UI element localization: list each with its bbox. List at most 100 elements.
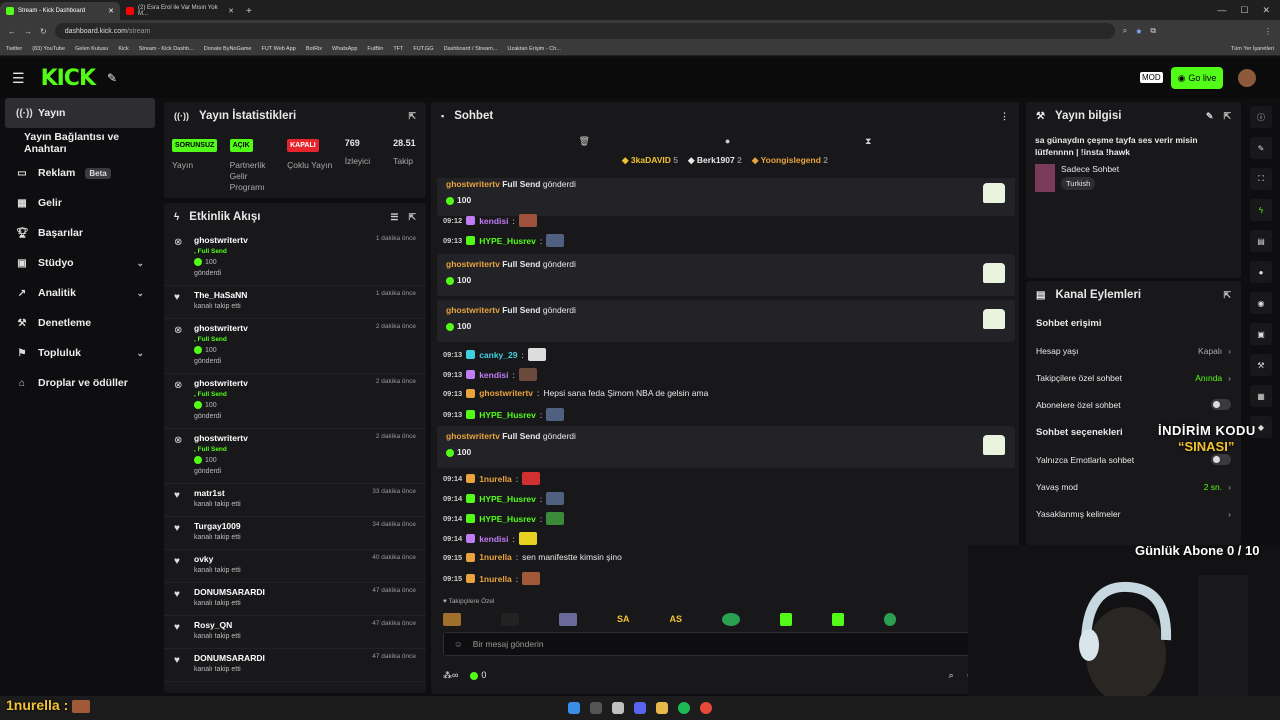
chat-input[interactable]: ☺ Bir mesaj gönderin	[443, 632, 1017, 656]
popout-icon[interactable]: ⇱	[1223, 111, 1231, 122]
chat-bubble-icon[interactable]: ●	[1250, 261, 1272, 283]
chat-username[interactable]: HYPE_Husrev	[479, 514, 536, 524]
hamburger-menu-icon[interactable]: ☰	[12, 70, 25, 87]
gift-message[interactable]: ghostwritertv Full Send gönderdi 100	[437, 300, 1015, 342]
browser-tab-kick[interactable]: Stream - Kick Dashboard ✕	[0, 2, 120, 20]
chat-username[interactable]: kendisi	[479, 534, 508, 544]
activity-event[interactable]: ⊗ ghostwritertv, Full Send 100 gönderdi 2 da…	[164, 319, 426, 374]
all-bookmarks[interactable]: Tüm Yer İşaretleri	[1231, 46, 1274, 52]
toggle-switch[interactable]	[1211, 454, 1231, 465]
new-tab-button[interactable]: +	[240, 2, 258, 20]
chat-username[interactable]: ghostwritertv	[446, 179, 500, 189]
broadcast-icon[interactable]: ◉	[1250, 292, 1272, 314]
popout-icon[interactable]: ⇱	[408, 111, 416, 122]
setting-followers-only[interactable]: Takipçilere özel sohbet Anında ›	[1026, 364, 1241, 391]
bookmark-item[interactable]: FUT.GG	[413, 46, 433, 52]
top-gifter[interactable]: ◆ 3kaDAVID 5	[622, 155, 678, 166]
top-gifter[interactable]: ◆ Yoongislegend 2	[752, 155, 828, 166]
grid-icon[interactable]: ▦	[1250, 385, 1272, 407]
close-tab-icon[interactable]: ✕	[108, 7, 114, 15]
chat-username[interactable]: HYPE_Husrev	[479, 494, 536, 504]
setting-slow-mode[interactable]: Yavaş mod 2 sn. ›	[1026, 473, 1241, 500]
sidebar-item-gelir[interactable]: ▦ Gelir	[0, 188, 160, 218]
chat-username[interactable]: HYPE_Husrev	[479, 410, 536, 420]
chat-username[interactable]: 1nurella	[479, 552, 512, 562]
chrome-icon[interactable]	[700, 702, 712, 714]
sidebar-item-stream-key[interactable]: Yayın Bağlantısı ve Anahtarı	[0, 128, 160, 158]
bookmark-item[interactable]: TFT	[393, 46, 403, 52]
layout-icon[interactable]: ▣	[1250, 323, 1272, 345]
sidebar-item-yayin[interactable]: ((·)) Yayın	[5, 98, 155, 128]
document-icon[interactable]: ▤	[1250, 230, 1272, 252]
folder-icon[interactable]	[656, 702, 668, 714]
menu-dots-icon[interactable]: ⋮	[1000, 111, 1009, 122]
activity-event[interactable]: ♥ The_HaSaNN kanalı takip etti 1 dakika önc…	[164, 286, 426, 319]
activity-event[interactable]: ♥ Rosy_QN kanalı takip etti 47 dakika önce	[164, 616, 426, 649]
discord-icon[interactable]	[634, 702, 646, 714]
activity-event[interactable]: ♥ matr1st kanalı takip etti 33 dakika önce	[164, 484, 426, 517]
emote[interactable]	[559, 612, 577, 626]
community-icon[interactable]: ⁂∞	[443, 670, 458, 681]
minimize-icon[interactable]: —	[1217, 5, 1226, 15]
chat-username[interactable]: 1nurella	[479, 574, 512, 584]
bookmark-item[interactable]: Stream - Kick Dashb...	[139, 46, 194, 52]
bookmark-item[interactable]: FUT Web App	[261, 46, 295, 52]
category-name[interactable]: Sadece Sohbet	[1061, 164, 1119, 174]
search-icon[interactable]: ⌕	[949, 670, 954, 681]
close-tab-icon[interactable]: ✕	[228, 7, 234, 15]
bookmark-item[interactable]: Uzaktan Erişim - Ch...	[507, 46, 560, 52]
chat-message[interactable]: 09:15 1nurella: sen manifestte kimsin şin…	[443, 552, 622, 562]
activity-event[interactable]: ♥ DONUMSARARDI kanalı takip etti 47 dakika …	[164, 649, 426, 682]
language-tag[interactable]: Turkish	[1061, 177, 1096, 190]
emote[interactable]	[832, 612, 845, 626]
chat-username[interactable]: canky_29	[479, 350, 517, 360]
gift-message[interactable]: ghostwritertv Full Send gönderdi 100	[437, 254, 1015, 296]
chat-message[interactable]: 09:14 HYPE_Husrev:	[443, 492, 565, 505]
chat-username[interactable]: ghostwritertv	[479, 388, 533, 398]
popout-icon[interactable]: ⇱	[408, 212, 416, 223]
spotify-icon[interactable]	[678, 702, 690, 714]
toggle-switch[interactable]	[1211, 399, 1231, 410]
focus-icon[interactable]: ⛶	[1250, 168, 1272, 190]
chat-username[interactable]: kendisi	[479, 370, 508, 380]
reload-icon[interactable]: ↻	[40, 27, 47, 36]
bookmark-item[interactable]: Dashboard / Stream...	[444, 46, 498, 52]
emote[interactable]: SA	[617, 614, 630, 624]
bookmark-item[interactable]: Gelen Kutusu	[75, 46, 108, 52]
activity-event[interactable]: ⊗ ghostwritertv, Full Send 100 gönderdi 2 da…	[164, 374, 426, 429]
chat-message[interactable]: 09:13 HYPE_Husrev:	[443, 408, 565, 421]
user-avatar[interactable]	[1238, 69, 1256, 87]
emote[interactable]	[780, 612, 793, 626]
chat-message[interactable]: 09:13 canky_29:	[443, 348, 546, 361]
start-icon[interactable]	[568, 702, 580, 714]
gift-message[interactable]: ghostwritertv Full Send gönderdi 100	[437, 426, 1015, 468]
activity-event[interactable]: ♥ DONUMSARARDI kanalı takip etti 47 dakika …	[164, 583, 426, 616]
gift-message[interactable]: ghostwritertv Full Send gönderdi 100	[437, 178, 1015, 216]
sidebar-item-droplar[interactable]: ⌂ Droplar ve ödüller	[0, 368, 160, 398]
activity-event[interactable]: ♥ ovky kanalı takip etti 40 dakika önce	[164, 550, 426, 583]
setting-account-age[interactable]: Hesap yaşı Kapalı ›	[1026, 337, 1241, 364]
sidebar-item-topluluk[interactable]: ⚑ Topluluk ⌄	[0, 338, 160, 368]
emote[interactable]	[884, 612, 897, 626]
star-icon[interactable]: ★	[1135, 27, 1142, 36]
chat-message[interactable]: 09:13 ghostwritertv: Hepsi sana feda Şimo…	[443, 388, 708, 398]
maximize-icon[interactable]: ☐	[1240, 5, 1248, 16]
activity-event[interactable]: ♥ Turgay1009 kanalı takip etti 34 dakika ön…	[164, 517, 426, 550]
bookmark-item[interactable]: WhatsApp	[332, 46, 357, 52]
mod-icon[interactable]: MOD	[1140, 72, 1163, 83]
extensions-icon[interactable]: ⧉	[1150, 26, 1156, 36]
emote[interactable]	[722, 612, 741, 626]
sidebar-item-reklam[interactable]: ▭ Reklam Beta	[0, 158, 160, 188]
chat-message[interactable]: 09:13 HYPE_Husrev:	[443, 234, 565, 247]
chat-username[interactable]: HYPE_Husrev	[479, 236, 536, 246]
go-live-button[interactable]: ◉ Go live	[1171, 67, 1223, 89]
sidebar-item-analitik[interactable]: ↗ Analitik ⌄	[0, 278, 160, 308]
bookmark-item[interactable]: (83) YouTube	[32, 46, 65, 52]
search-icon[interactable]	[590, 702, 602, 714]
popout-icon[interactable]: ⇱	[1223, 290, 1231, 301]
bookmark-item[interactable]: Donate ByNoGame	[204, 46, 252, 52]
back-icon[interactable]: ←	[8, 27, 16, 36]
chat-username[interactable]: kendisi	[479, 216, 508, 226]
sidebar-item-basarilar[interactable]: 🏆︎ Başarılar	[0, 218, 160, 248]
filter-icon[interactable]: ☰	[390, 212, 398, 223]
